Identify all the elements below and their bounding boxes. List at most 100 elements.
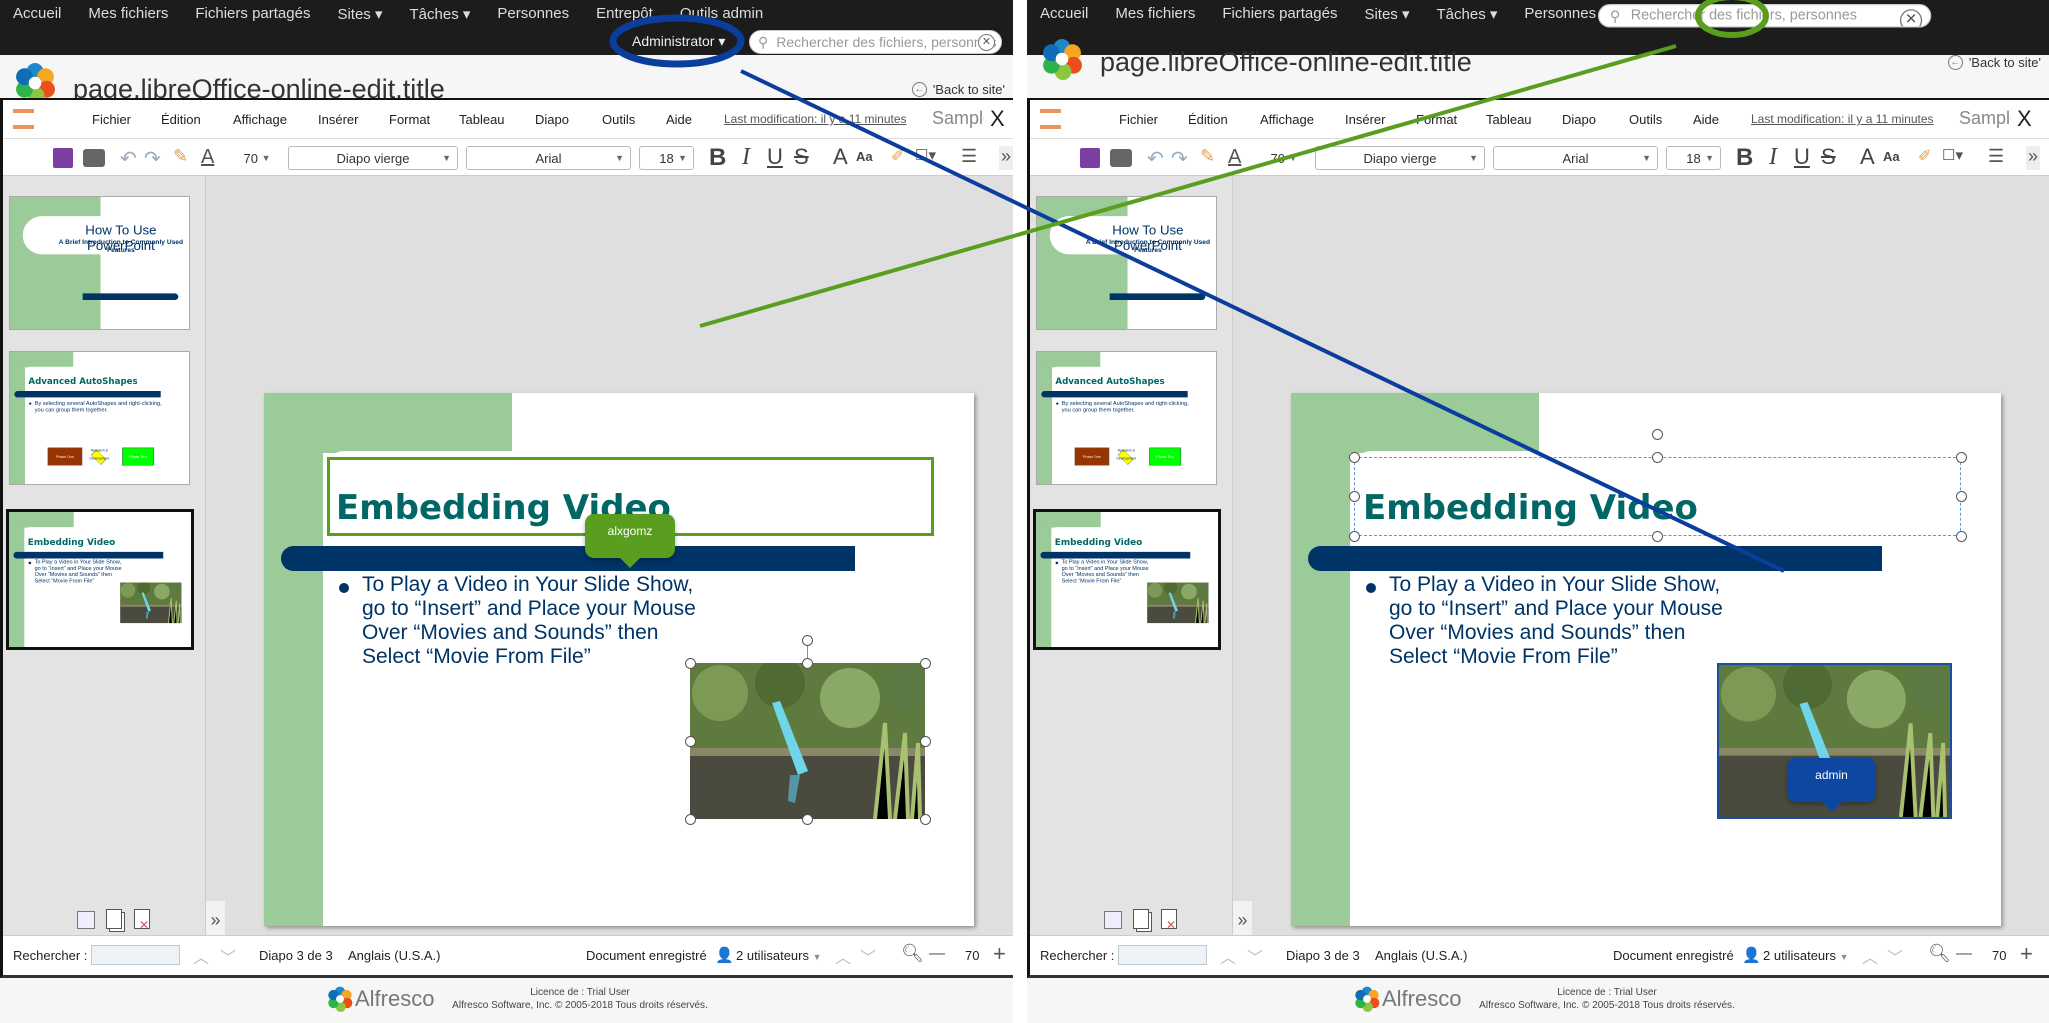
- clear-formatting-icon[interactable]: A: [201, 146, 214, 170]
- current-slide[interactable]: Embedding Video To Play a Video in Your …: [1291, 393, 2001, 926]
- resize-handle[interactable]: [1349, 491, 1360, 502]
- close-button[interactable]: X: [2017, 106, 2032, 132]
- zoom-in-button[interactable]: +: [993, 941, 1006, 967]
- zoom-select[interactable]: 70 ▼: [236, 146, 278, 170]
- italic-button[interactable]: I: [1769, 144, 1777, 170]
- users-dropdown[interactable]: 2 utilisateurs ▼: [736, 948, 822, 963]
- align-left-icon[interactable]: ☰: [1988, 146, 2004, 170]
- zoom-out-button[interactable]: —: [929, 945, 945, 963]
- resize-handle[interactable]: [685, 736, 696, 747]
- undo-icon[interactable]: ↶: [120, 146, 137, 170]
- zoom-reset-icon[interactable]: 🔍︎: [1928, 943, 1951, 964]
- nav-item[interactable]: Entrepôt: [596, 5, 653, 23]
- status-search-input[interactable]: [1118, 945, 1207, 965]
- slide-thumbnail-3[interactable]: Embedding Video To Play a Video in Your …: [1033, 509, 1221, 650]
- zoom-select[interactable]: 70 ▼: [1263, 146, 1305, 170]
- hamburger-icon[interactable]: [13, 107, 34, 131]
- border-icon[interactable]: ☐▾: [1942, 146, 1963, 170]
- italic-button[interactable]: I: [742, 144, 750, 170]
- nav-item[interactable]: Personnes: [497, 5, 569, 23]
- search-input[interactable]: ⚲ Rechercher des fichiers, personnes ✕: [1598, 4, 1932, 28]
- nav-item[interactable]: Accueil: [13, 5, 61, 23]
- menu-1[interactable]: Édition: [161, 112, 201, 127]
- menu-3[interactable]: Insérer: [318, 112, 358, 127]
- toolbar-more-button[interactable]: »: [2026, 146, 2041, 170]
- border-icon[interactable]: ☐▾: [915, 146, 936, 170]
- menu-1[interactable]: Édition: [1188, 112, 1228, 127]
- menu-5[interactable]: Tableau: [1486, 112, 1532, 127]
- change-case-button[interactable]: Aa: [1883, 149, 1900, 173]
- clear-formatting-icon[interactable]: A: [1228, 146, 1241, 170]
- prev-slide-icon[interactable]: ︿: [1862, 944, 1878, 968]
- search-input[interactable]: ⚲ Rechercher des fichiers, personnes ✕: [749, 30, 1002, 54]
- resize-handle[interactable]: [1349, 531, 1360, 542]
- menu-2[interactable]: Affichage: [1260, 112, 1314, 127]
- search-next-icon[interactable]: ﹀: [1247, 944, 1263, 968]
- clear-search-icon[interactable]: ✕: [978, 34, 995, 51]
- next-slide-icon[interactable]: ﹀: [860, 944, 876, 968]
- delete-slide-icon[interactable]: ✕: [134, 909, 150, 932]
- menu-4[interactable]: Format: [389, 112, 430, 127]
- back-to-site-link[interactable]: ← 'Back to site': [1947, 55, 2041, 70]
- menu-6[interactable]: Diapo: [535, 112, 569, 127]
- search-prev-icon[interactable]: ︿: [1220, 944, 1236, 968]
- users-dropdown[interactable]: 2 utilisateurs ▼: [1763, 948, 1849, 963]
- back-to-site-link[interactable]: ← 'Back to site': [911, 82, 1005, 97]
- insert-image-icon[interactable]: [77, 911, 95, 929]
- search-prev-icon[interactable]: ︿: [193, 944, 209, 968]
- menu-7[interactable]: Outils: [1629, 112, 1662, 127]
- font-size-select[interactable]: 18 ▼: [1666, 146, 1721, 170]
- font-select[interactable]: Arial ▼: [1493, 146, 1658, 170]
- resize-handle[interactable]: [920, 658, 931, 669]
- strikethrough-button[interactable]: S: [794, 144, 809, 169]
- underline-button[interactable]: U: [1794, 144, 1810, 169]
- nav-item[interactable]: Fichiers partagés: [195, 5, 310, 23]
- rotate-handle[interactable]: [802, 635, 813, 646]
- underline-button[interactable]: U: [767, 144, 783, 169]
- duplicate-slide-icon[interactable]: [106, 909, 122, 929]
- resize-handle[interactable]: [1349, 452, 1360, 463]
- zoom-reset-icon[interactable]: 🔍︎: [901, 943, 924, 964]
- clone-formatting-icon[interactable]: ✎: [1200, 146, 1215, 170]
- align-left-icon[interactable]: ☰: [961, 146, 977, 170]
- menu-7[interactable]: Outils: [602, 112, 635, 127]
- clear-search-icon[interactable]: ✕: [1899, 9, 1923, 27]
- menu-8[interactable]: Aide: [1693, 112, 1719, 127]
- zoom-in-button[interactable]: +: [2020, 941, 2033, 967]
- font-color-button[interactable]: A: [1860, 144, 1875, 169]
- save-icon[interactable]: [1080, 148, 1100, 168]
- layout-select[interactable]: Diapo vierge ▼: [1315, 146, 1485, 170]
- menu-4[interactable]: Format: [1416, 112, 1457, 127]
- resize-handle[interactable]: [802, 658, 813, 669]
- slide-thumbnail-2[interactable]: Advanced AutoShapes By selecting several…: [9, 351, 190, 485]
- resize-handle[interactable]: [685, 658, 696, 669]
- slide-thumbnail-1[interactable]: How To Use PowerPoint A Brief Introducti…: [9, 196, 190, 330]
- prev-slide-icon[interactable]: ︿: [835, 944, 851, 968]
- bold-button[interactable]: B: [1736, 144, 1753, 171]
- menu-0[interactable]: Fichier: [1119, 112, 1158, 127]
- nav-item[interactable]: Fichiers partagés: [1222, 5, 1337, 23]
- resize-handle[interactable]: [1652, 452, 1663, 463]
- undo-icon[interactable]: ↶: [1147, 146, 1164, 170]
- menu-6[interactable]: Diapo: [1562, 112, 1596, 127]
- zoom-out-button[interactable]: —: [1956, 945, 1972, 963]
- resize-handle[interactable]: [685, 814, 696, 825]
- insert-image-icon[interactable]: [1104, 911, 1122, 929]
- nav-item[interactable]: Tâches ▾: [1437, 5, 1498, 23]
- bold-button[interactable]: B: [709, 144, 726, 171]
- duplicate-slide-icon[interactable]: [1133, 909, 1149, 929]
- nav-item-outils-admin[interactable]: Outils admin: [680, 5, 763, 23]
- search-next-icon[interactable]: ﹀: [220, 944, 236, 968]
- nav-item[interactable]: Mes fichiers: [1115, 5, 1195, 23]
- next-slide-icon[interactable]: ﹀: [1887, 944, 1903, 968]
- highlight-icon[interactable]: ✐: [891, 146, 904, 170]
- nav-item[interactable]: Tâches ▾: [410, 5, 471, 23]
- redo-icon[interactable]: ↷: [1171, 146, 1188, 170]
- resize-handle[interactable]: [920, 736, 931, 747]
- title-box-selection[interactable]: [1354, 457, 1961, 536]
- slide-thumbnail-1[interactable]: How To Use PowerPoint A Brief Introducti…: [1036, 196, 1217, 330]
- current-slide[interactable]: Embedding Video To Play a Video in Your …: [264, 393, 974, 926]
- menu-0[interactable]: Fichier: [92, 112, 131, 127]
- slide-thumbnail-2[interactable]: Advanced AutoShapes By selecting several…: [1036, 351, 1217, 485]
- nav-item[interactable]: Mes fichiers: [88, 5, 168, 23]
